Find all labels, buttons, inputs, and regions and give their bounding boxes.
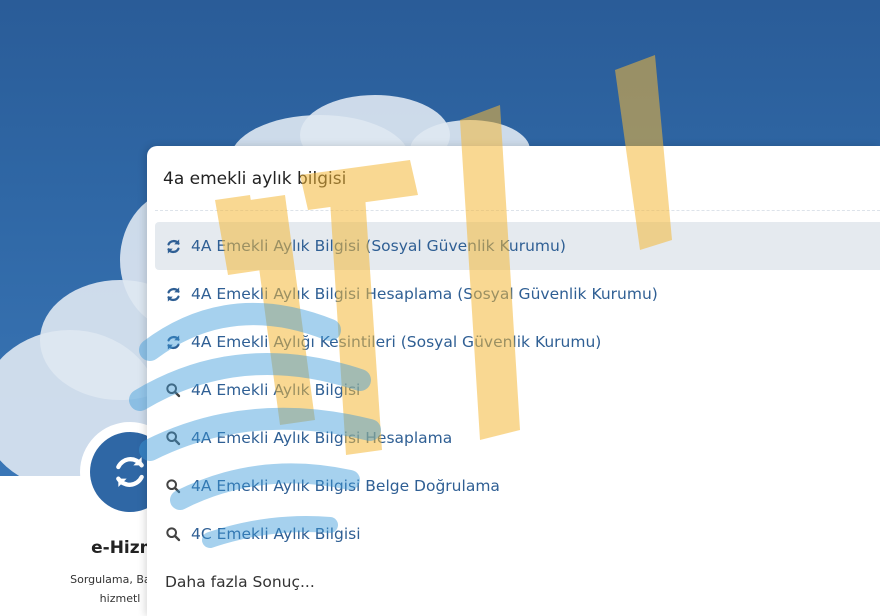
search-dropdown-panel: 4A Emekli Aylık Bilgisi (Sosyal Güvenlik…: [147, 146, 880, 616]
suggestion-list: 4A Emekli Aylık Bilgisi (Sosyal Güvenlik…: [155, 222, 880, 606]
search-icon: [165, 526, 191, 542]
suggestion-label: 4A Emekli Aylık Bilgisi Belge Doğrulama: [191, 477, 500, 495]
search-icon: [165, 478, 191, 494]
suggestion-label: 4C Emekli Aylık Bilgisi: [191, 525, 361, 543]
service-refresh-icon: [165, 286, 191, 303]
suggestion-label: 4A Emekli Aylık Bilgisi (Sosyal Güvenlik…: [191, 237, 566, 255]
search-input[interactable]: [163, 164, 863, 194]
suggestion-item[interactable]: 4A Emekli Aylık Bilgisi (Sosyal Güvenlik…: [155, 222, 880, 270]
suggestion-item[interactable]: 4A Emekli Aylığı Kesintileri (Sosyal Güv…: [155, 318, 880, 366]
service-refresh-icon: [165, 334, 191, 351]
suggestion-item[interactable]: 4A Emekli Aylık Bilgisi Hesaplama: [155, 414, 880, 462]
search-icon: [165, 382, 191, 398]
suggestion-label: 4A Emekli Aylık Bilgisi Hesaplama (Sosya…: [191, 285, 658, 303]
search-icon: [165, 430, 191, 446]
suggestion-label: 4A Emekli Aylık Bilgisi: [191, 381, 361, 399]
refresh-icon: [116, 457, 144, 487]
suggestion-item[interactable]: 4C Emekli Aylık Bilgisi: [155, 510, 880, 558]
divider: [155, 210, 880, 211]
suggestion-label: 4A Emekli Aylık Bilgisi Hesaplama: [191, 429, 453, 447]
suggestion-label: 4A Emekli Aylığı Kesintileri (Sosyal Güv…: [191, 333, 602, 351]
service-refresh-icon: [165, 238, 191, 255]
suggestion-item[interactable]: 4A Emekli Aylık Bilgisi: [155, 366, 880, 414]
suggestion-item[interactable]: 4A Emekli Aylık Bilgisi Hesaplama (Sosya…: [155, 270, 880, 318]
suggestion-item[interactable]: 4A Emekli Aylık Bilgisi Belge Doğrulama: [155, 462, 880, 510]
more-results-link[interactable]: Daha fazla Sonuç...: [155, 558, 880, 606]
